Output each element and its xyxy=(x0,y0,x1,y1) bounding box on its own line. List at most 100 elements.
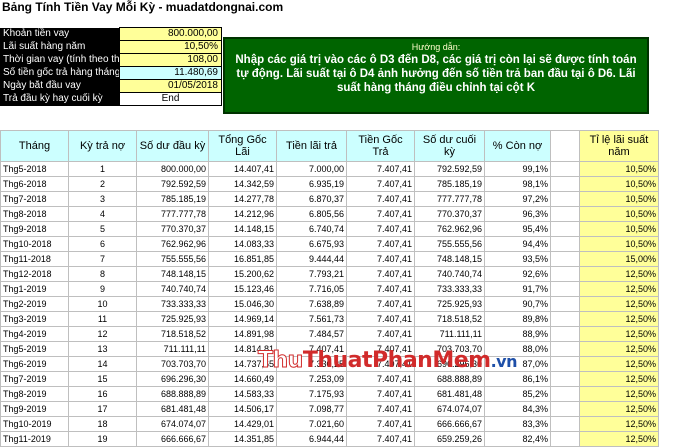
table-cell[interactable]: 777.777,78 xyxy=(136,206,209,222)
table-cell[interactable]: 7.407,41 xyxy=(346,191,415,207)
table-cell[interactable]: 725.925,93 xyxy=(136,311,209,327)
table-cell[interactable]: 6.935,19 xyxy=(276,176,347,192)
table-cell[interactable]: 14.660,49 xyxy=(208,371,277,387)
table-cell[interactable]: 733.333,33 xyxy=(136,296,209,312)
table-cell[interactable]: 703.703,70 xyxy=(136,356,209,372)
table-cell[interactable]: 18 xyxy=(68,416,137,432)
input-value-cell[interactable]: 108,00 xyxy=(119,53,222,67)
table-cell[interactable]: 14.429,01 xyxy=(208,416,277,432)
column-header[interactable]: Tháng xyxy=(0,130,69,162)
table-cell[interactable]: Thg10-2018 xyxy=(0,236,69,252)
table-cell[interactable]: 6.870,37 xyxy=(276,191,347,207)
table-cell[interactable]: 6.740,74 xyxy=(276,221,347,237)
table-cell[interactable]: 15.123,46 xyxy=(208,281,277,297)
table-cell[interactable]: 785.185,19 xyxy=(136,191,209,207)
table-cell[interactable]: Thg8-2019 xyxy=(0,386,69,402)
table-cell[interactable] xyxy=(550,371,580,387)
table-cell[interactable]: 10,50% xyxy=(579,236,659,252)
table-cell[interactable]: 2 xyxy=(68,176,137,192)
table-cell[interactable]: 688.888,89 xyxy=(414,371,485,387)
table-cell[interactable]: 7.407,41 xyxy=(346,251,415,267)
table-cell[interactable]: 83,3% xyxy=(484,416,551,432)
table-cell[interactable]: 12,50% xyxy=(579,341,659,357)
input-value-cell[interactable]: 01/05/2018 xyxy=(119,79,222,93)
table-cell[interactable]: 97,2% xyxy=(484,191,551,207)
table-cell[interactable]: 12,50% xyxy=(579,356,659,372)
table-cell[interactable]: 5 xyxy=(68,221,137,237)
table-cell[interactable]: 3 xyxy=(68,191,137,207)
table-cell[interactable]: 15,00% xyxy=(579,251,659,267)
table-cell[interactable]: 14.583,33 xyxy=(208,386,277,402)
table-cell[interactable]: 711.111,11 xyxy=(414,326,485,342)
table-cell[interactable]: 12,50% xyxy=(579,431,659,447)
table-cell[interactable]: 85,2% xyxy=(484,386,551,402)
column-header[interactable]: Số dư cuối kỳ xyxy=(414,130,485,162)
column-header[interactable]: Tỉ lệ lãi suất năm xyxy=(579,130,659,162)
table-cell[interactable]: 93,5% xyxy=(484,251,551,267)
table-cell[interactable]: 96,3% xyxy=(484,206,551,222)
table-cell[interactable]: 14.277,78 xyxy=(208,191,277,207)
table-cell[interactable]: 15 xyxy=(68,371,137,387)
column-header[interactable]: Số dư đầu kỳ xyxy=(136,130,209,162)
table-cell[interactable]: 14.506,17 xyxy=(208,401,277,417)
table-cell[interactable]: Thg4-2019 xyxy=(0,326,69,342)
table-cell[interactable] xyxy=(550,356,580,372)
table-cell[interactable]: 8 xyxy=(68,266,137,282)
table-cell[interactable]: 7.716,05 xyxy=(276,281,347,297)
table-cell[interactable]: 12,50% xyxy=(579,401,659,417)
table-cell[interactable]: 94,4% xyxy=(484,236,551,252)
table-cell[interactable]: 7.407,41 xyxy=(346,371,415,387)
table-cell[interactable]: 14 xyxy=(68,356,137,372)
column-header[interactable]: Tổng Gốc Lãi xyxy=(208,130,277,162)
table-cell[interactable]: 95,4% xyxy=(484,221,551,237)
table-cell[interactable]: 7.407,41 xyxy=(346,296,415,312)
table-cell[interactable]: Thg2-2019 xyxy=(0,296,69,312)
table-cell[interactable]: 7.407,41 xyxy=(346,176,415,192)
table-cell[interactable]: 7.407,41 xyxy=(346,401,415,417)
table-cell[interactable]: 748.148,15 xyxy=(136,266,209,282)
table-cell[interactable]: Thg8-2018 xyxy=(0,206,69,222)
table-cell[interactable]: 15.200,62 xyxy=(208,266,277,282)
table-cell[interactable]: 7.407,41 xyxy=(346,386,415,402)
table-cell[interactable] xyxy=(550,266,580,282)
table-cell[interactable]: 674.074,07 xyxy=(414,401,485,417)
table-cell[interactable]: 7.407,41 xyxy=(346,161,415,177)
table-cell[interactable] xyxy=(550,401,580,417)
table-cell[interactable]: 7.407,41 xyxy=(346,281,415,297)
table-cell[interactable] xyxy=(550,191,580,207)
table-cell[interactable]: 7.793,21 xyxy=(276,266,347,282)
table-cell[interactable]: 755.555,56 xyxy=(136,251,209,267)
table-cell[interactable]: 19 xyxy=(68,431,137,447)
table-cell[interactable]: 681.481,48 xyxy=(414,386,485,402)
table-cell[interactable]: 785.185,19 xyxy=(414,176,485,192)
table-cell[interactable]: Thg9-2019 xyxy=(0,401,69,417)
table-cell[interactable]: 7.000,00 xyxy=(276,161,347,177)
table-cell[interactable]: 84,3% xyxy=(484,401,551,417)
table-cell[interactable]: 91,7% xyxy=(484,281,551,297)
table-cell[interactable]: Thg7-2019 xyxy=(0,371,69,387)
input-value-cell[interactable]: 800.000,00 xyxy=(119,27,222,41)
table-cell[interactable]: 10 xyxy=(68,296,137,312)
table-cell[interactable]: 98,1% xyxy=(484,176,551,192)
table-cell[interactable]: 681.481,48 xyxy=(136,401,209,417)
table-cell[interactable] xyxy=(550,206,580,222)
table-cell[interactable]: 6 xyxy=(68,236,137,252)
table-cell[interactable]: Thg5-2018 xyxy=(0,161,69,177)
table-cell[interactable]: 725.925,93 xyxy=(414,296,485,312)
table-cell[interactable]: 666.666,67 xyxy=(414,416,485,432)
table-cell[interactable]: 696.296,30 xyxy=(136,371,209,387)
table-cell[interactable]: 10,50% xyxy=(579,176,659,192)
table-cell[interactable]: 14.342,59 xyxy=(208,176,277,192)
table-cell[interactable] xyxy=(550,311,580,327)
table-cell[interactable]: 9 xyxy=(68,281,137,297)
table-cell[interactable] xyxy=(550,416,580,432)
table-cell[interactable]: 800.000,00 xyxy=(136,161,209,177)
table-cell[interactable]: 14.969,14 xyxy=(208,311,277,327)
table-cell[interactable]: 12,50% xyxy=(579,281,659,297)
table-cell[interactable]: Thg3-2019 xyxy=(0,311,69,327)
column-header[interactable]: Tiền lãi trả xyxy=(276,130,347,162)
table-cell[interactable]: Thg7-2018 xyxy=(0,191,69,207)
column-header[interactable]: Kỳ trả nợ xyxy=(68,130,137,162)
table-cell[interactable]: 9.444,44 xyxy=(276,251,347,267)
table-cell[interactable]: 82,4% xyxy=(484,431,551,447)
